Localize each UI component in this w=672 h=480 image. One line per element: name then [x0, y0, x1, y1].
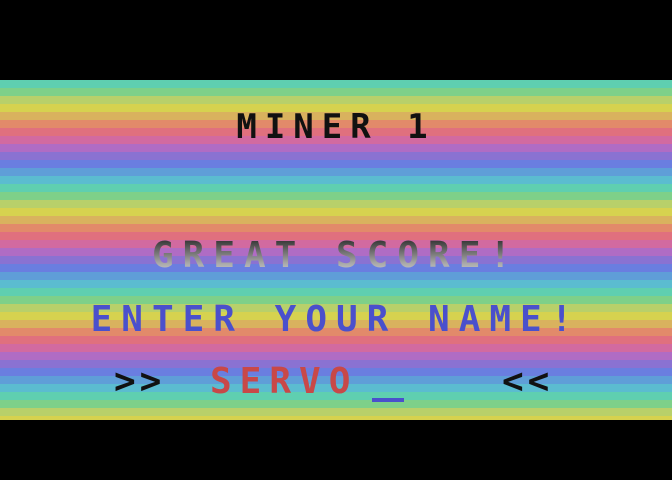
name-entry-row: >> SERVO <<: [0, 364, 672, 404]
text-cursor: [372, 398, 404, 402]
game-screen: MINER 1 GREAT SCORE! ENTER YOUR NAME! >>…: [0, 0, 672, 480]
enter-name-prompt: ENTER YOUR NAME!: [90, 299, 582, 340]
great-score-message: GREAT SCORE!: [0, 238, 672, 274]
game-title: MINER 1: [236, 107, 436, 147]
name-input[interactable]: SERVO: [210, 364, 358, 400]
right-arrows-icon: <<: [502, 361, 554, 402]
left-arrows-icon: >>: [114, 361, 166, 402]
